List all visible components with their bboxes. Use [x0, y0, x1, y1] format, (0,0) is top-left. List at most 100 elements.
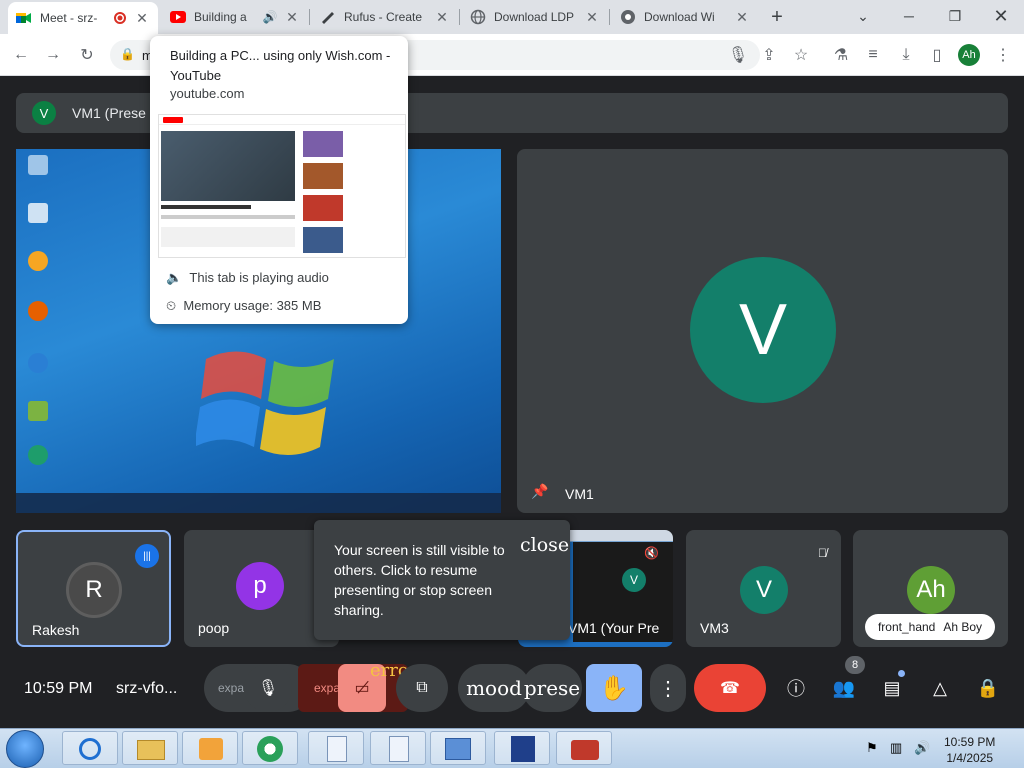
- leave-call-button[interactable]: ☎: [694, 664, 766, 712]
- close-tab-icon[interactable]: ✕: [584, 9, 600, 26]
- tray-network-icon[interactable]: ▥: [890, 740, 902, 756]
- memory-text: Memory usage: 385 MB: [183, 298, 322, 313]
- mic-button[interactable]: 🎙: [244, 664, 292, 712]
- desktop-computer-icon: [20, 155, 56, 177]
- spotlight-name: VM1: [565, 486, 594, 502]
- globe-icon: [470, 9, 486, 25]
- tooltip-close-button[interactable]: close: [520, 534, 569, 556]
- tab-preview-thumbnail: [158, 114, 406, 258]
- participant-name: VM1 (Your Pre: [568, 620, 660, 636]
- participant-avatar: R: [66, 562, 122, 618]
- close-window-button[interactable]: ✕: [978, 0, 1024, 32]
- taskbar-media-player-icon[interactable]: [182, 731, 238, 765]
- info-icon[interactable]: ⓘ: [782, 674, 810, 702]
- participant-name: Rakesh: [32, 622, 80, 638]
- meeting-code[interactable]: srz-vfo...: [116, 680, 177, 698]
- system-clock[interactable]: 10:59 PM 1/4/2025: [944, 734, 995, 766]
- profile-avatar[interactable]: Ah: [958, 44, 980, 66]
- participant-name: VM3: [700, 620, 729, 636]
- desktop-edge-icon: [20, 353, 56, 375]
- taskbar-explorer-icon[interactable]: [122, 731, 178, 765]
- tab-youtube[interactable]: Building a 🔊 ✕: [162, 0, 308, 34]
- more-options-button[interactable]: ⋮: [650, 664, 686, 712]
- restore-button[interactable]: ❐: [932, 0, 978, 32]
- download-icon[interactable]: ⤓: [895, 44, 917, 66]
- meeting-time: 10:59 PM: [24, 680, 93, 697]
- mood-label: mood: [466, 676, 522, 700]
- share-icon[interactable]: ⇪: [758, 44, 780, 66]
- chat-icon[interactable]: ▤: [878, 674, 906, 702]
- tab-download-ldp[interactable]: Download LDP ✕: [462, 0, 608, 34]
- hand-icon: ✋: [599, 674, 629, 702]
- tab-meet[interactable]: Meet - srz- ✕: [8, 2, 158, 34]
- shared-taskbar: [16, 493, 501, 513]
- taskbar-document-icon[interactable]: [308, 731, 364, 765]
- tab-label: Download LDP: [494, 10, 575, 24]
- start-button[interactable]: [6, 730, 44, 768]
- tray-flag-icon[interactable]: ⚑: [866, 740, 878, 756]
- desktop-app-icon: [20, 251, 56, 273]
- reactions-button[interactable]: mood: [458, 664, 530, 712]
- forward-icon[interactable]: →: [42, 44, 64, 66]
- hand-icon-label: front_hand: [877, 620, 936, 634]
- side-panel-icon[interactable]: ▯: [926, 44, 948, 66]
- presenting-tooltip: Your screen is still visible to others. …: [314, 520, 570, 640]
- tab-label: Building a: [194, 10, 247, 24]
- audio-status-line: 🔈 This tab is playing audio: [166, 270, 329, 285]
- participant-name: poop: [198, 620, 230, 636]
- windows-logo-icon: [196, 351, 334, 456]
- menu-dots-icon[interactable]: ⋮: [992, 44, 1014, 66]
- speaking-indicator-icon: |||: [135, 544, 159, 568]
- participant-name: Ah Boy: [943, 620, 983, 634]
- taskbar-document-icon[interactable]: [370, 731, 426, 765]
- tab-download-win[interactable]: Download Wi ✕: [612, 0, 758, 34]
- participant-avatar: p: [236, 562, 284, 610]
- expand-label: expa: [218, 681, 245, 695]
- activities-icon[interactable]: △: [926, 674, 954, 702]
- close-tab-icon[interactable]: ✕: [734, 9, 750, 26]
- tab-search-icon[interactable]: ⌄: [840, 0, 886, 32]
- participant-tile-rakesh[interactable]: R ||| Rakesh: [16, 530, 171, 647]
- participant-tile-ah-boy[interactable]: Ah front_hand Ah Boy: [853, 530, 1008, 647]
- host-controls-icon[interactable]: 🔒: [974, 674, 1002, 702]
- recording-icon: [112, 10, 128, 26]
- chat-unread-dot: [898, 670, 905, 677]
- people-icon[interactable]: 👥: [830, 674, 858, 702]
- system-date: 1/4/2025: [946, 751, 994, 765]
- bookmark-star-icon[interactable]: ☆: [790, 44, 812, 66]
- participant-tile-vm3[interactable]: V 🎙̸ VM3: [686, 530, 841, 647]
- call-end-icon: ☎: [720, 680, 740, 697]
- captions-button[interactable]: ⧉: [396, 664, 448, 712]
- reload-icon[interactable]: ↻: [76, 44, 98, 66]
- tab-label: Meet - srz-: [40, 11, 98, 25]
- spotlight-avatar: V: [690, 257, 836, 403]
- speaker-icon[interactable]: 🔊: [262, 9, 278, 25]
- close-tab-icon[interactable]: ✕: [284, 9, 300, 26]
- spotlight-tile: V 📌 VM1: [517, 149, 1008, 513]
- back-icon[interactable]: ←: [10, 44, 32, 66]
- close-tab-icon[interactable]: ✕: [134, 10, 150, 27]
- taskbar-ie-icon[interactable]: [62, 731, 118, 765]
- desktop-app-icon: [20, 401, 56, 423]
- tray-volume-icon[interactable]: 🔊: [914, 740, 930, 756]
- lab-flask-icon[interactable]: ⚗: [830, 44, 852, 66]
- new-tab-button[interactable]: +: [766, 6, 788, 28]
- raise-hand-button[interactable]: ✋: [586, 664, 642, 712]
- taskbar-chrome-icon[interactable]: [242, 731, 298, 765]
- tab-rufus[interactable]: Rufus - Create ✕: [312, 0, 458, 34]
- tab-hover-card: Building a PC... using only Wish.com - Y…: [150, 36, 408, 324]
- tooltip-text: Your screen is still visible to others. …: [334, 542, 505, 618]
- taskbar-toolbox-icon[interactable]: [556, 731, 612, 765]
- pin-icon[interactable]: 📌: [531, 483, 548, 500]
- mic-off-icon: 🔇: [644, 546, 659, 560]
- close-tab-icon[interactable]: ✕: [434, 9, 450, 26]
- taskbar-control-panel-icon[interactable]: [430, 731, 486, 765]
- taskbar-save-icon[interactable]: [494, 731, 550, 765]
- mic-icon[interactable]: 🎙: [727, 44, 749, 66]
- present-label: prese: [523, 676, 581, 700]
- present-button[interactable]: prese: [522, 664, 582, 712]
- media-queue-icon[interactable]: ≡: [862, 44, 884, 66]
- presenter-label: VM1 (Prese: [72, 105, 146, 121]
- minimize-button[interactable]: ─: [886, 0, 932, 32]
- desktop-firefox-icon: [20, 301, 56, 323]
